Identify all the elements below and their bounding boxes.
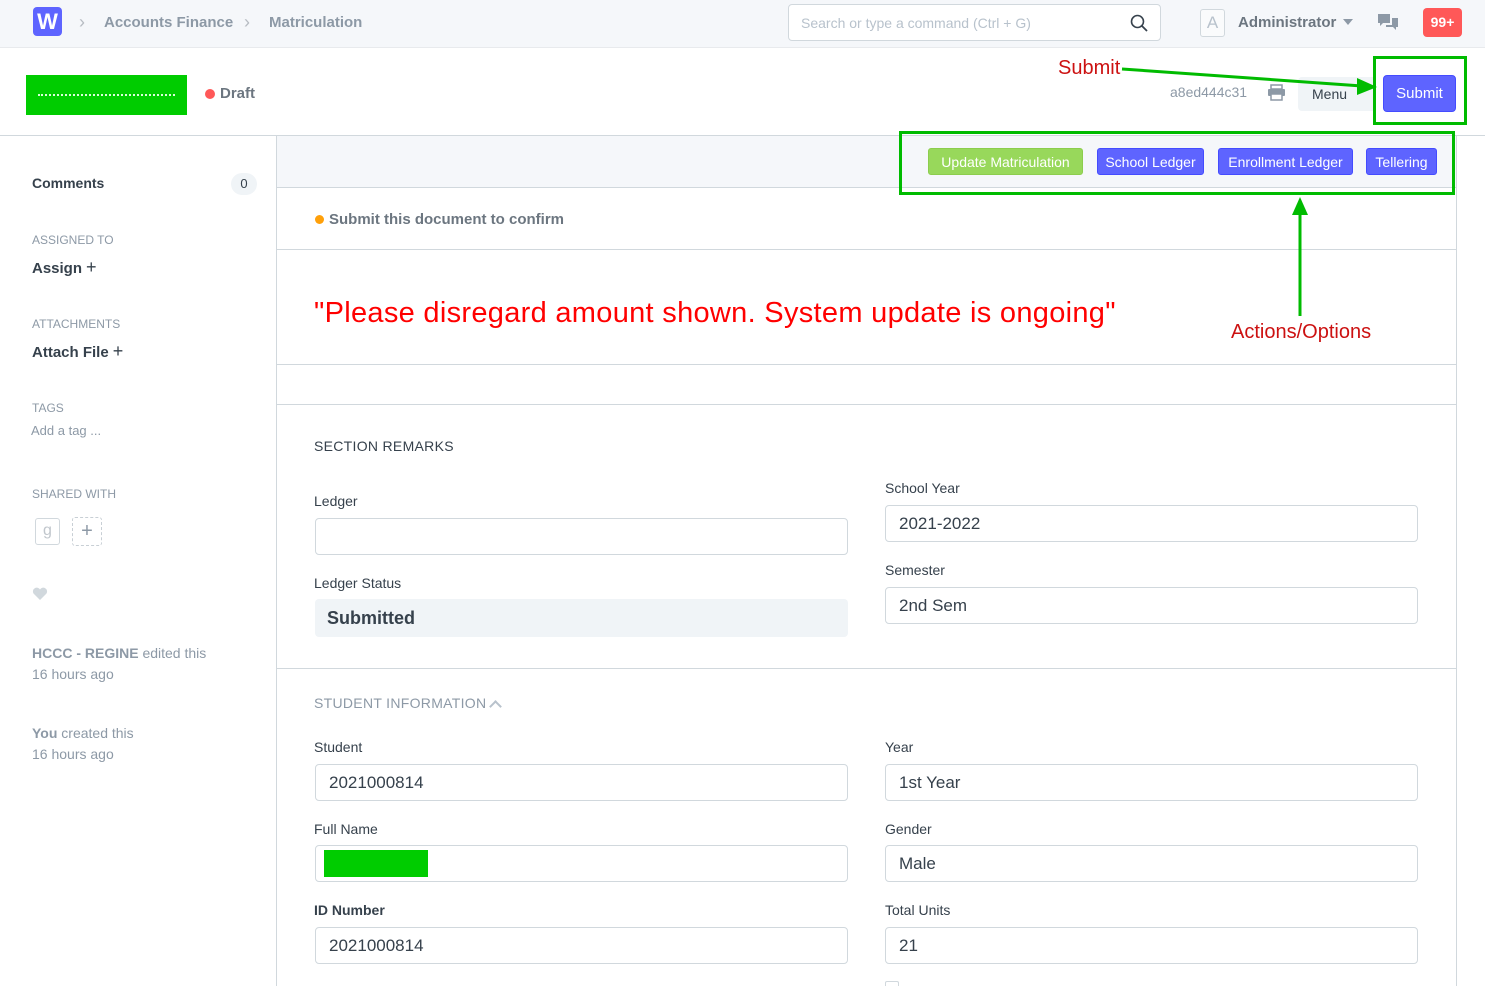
- timeline-actor[interactable]: HCCC - REGINE: [32, 645, 139, 661]
- full-name-label: Full Name: [314, 821, 378, 837]
- total-units-label: Total Units: [885, 902, 951, 918]
- search-input[interactable]: [789, 5, 1119, 40]
- add-tag-input[interactable]: Add a tag ...: [31, 423, 101, 438]
- semester-field[interactable]: 2nd Sem: [885, 587, 1418, 624]
- ledger-status-value: Submitted: [315, 599, 848, 637]
- total-units-field[interactable]: 21: [885, 927, 1418, 964]
- user-menu[interactable]: Administrator: [1238, 14, 1336, 31]
- search-icon[interactable]: [1130, 14, 1148, 32]
- breadcrumb-accounts-finance[interactable]: Accounts Finance: [104, 14, 233, 31]
- timeline-item: You created this 16 hours ago: [32, 723, 134, 765]
- notice-section: "Please disregard amount shown. System u…: [277, 250, 1456, 365]
- checkbox[interactable]: [885, 981, 899, 986]
- id-number-label: ID Number: [314, 902, 385, 918]
- comments-count: 0: [231, 173, 257, 195]
- semester-label: Semester: [885, 562, 945, 578]
- gender-label: Gender: [885, 821, 932, 837]
- student-label: Student: [314, 739, 363, 755]
- heart-icon[interactable]: [32, 587, 48, 601]
- submit-annotation: Submit: [1058, 57, 1121, 79]
- chevron-up-icon[interactable]: [489, 700, 502, 713]
- warning-indicator: [315, 215, 324, 224]
- form-sidebar: Comments 0 ASSIGNED TO Assign + ATTACHMEN…: [0, 136, 277, 986]
- actions-highlight-box: [899, 131, 1455, 195]
- section-heading: SECTION REMARKS: [314, 438, 454, 454]
- timeline-actor[interactable]: You: [32, 725, 57, 741]
- school-year-label: School Year: [885, 480, 960, 496]
- full-name-field[interactable]: [315, 845, 848, 882]
- full-name-redacted: [324, 850, 428, 877]
- section-student-information: STUDENT INFORMATION Student 2021000814 F…: [277, 669, 1456, 986]
- section-heading[interactable]: STUDENT INFORMATION: [314, 695, 486, 711]
- timeline-time: 16 hours ago: [32, 666, 114, 682]
- gender-field[interactable]: Male: [885, 845, 1418, 882]
- status-indicator: [205, 89, 215, 99]
- add-share-button[interactable]: +: [72, 517, 102, 546]
- assign-label: Assign: [32, 260, 83, 277]
- notifications-badge[interactable]: 99+: [1423, 8, 1462, 37]
- confirm-message: Submit this document to confirm: [277, 188, 1456, 250]
- shared-user-avatar[interactable]: g: [35, 518, 60, 545]
- timeline-time: 16 hours ago: [32, 746, 114, 762]
- ledger-status-label: Ledger Status: [314, 575, 402, 591]
- caret-down-icon[interactable]: [1343, 19, 1353, 25]
- page-head: Draft a8ed444c31 Menu Submit: [0, 48, 1485, 136]
- assign-button[interactable]: Assign +: [32, 257, 97, 278]
- year-field[interactable]: 1st Year: [885, 764, 1418, 801]
- comments-label[interactable]: Comments: [32, 175, 104, 191]
- attach-file-button[interactable]: Attach File +: [32, 341, 123, 362]
- attach-file-label: Attach File: [32, 344, 109, 361]
- empty-section: [277, 365, 1456, 405]
- submit-highlight-box: [1373, 56, 1467, 125]
- tags-label: TAGS: [32, 401, 64, 415]
- shared-with-label: SHARED WITH: [32, 487, 116, 501]
- app-logo[interactable]: W: [33, 7, 62, 36]
- id-number-field[interactable]: 2021000814: [315, 927, 848, 964]
- section-remarks: SECTION REMARKS Ledger Ledger Status Sub…: [277, 405, 1456, 669]
- notice-text: "Please disregard amount shown. System u…: [314, 297, 1116, 329]
- confirm-text: Submit this document to confirm: [329, 211, 564, 228]
- student-field[interactable]: 2021000814: [315, 764, 848, 801]
- timeline-action: edited this: [142, 645, 207, 661]
- search-box: [788, 4, 1161, 41]
- status-label: Draft: [220, 85, 256, 102]
- user-avatar[interactable]: A: [1200, 9, 1225, 37]
- plus-icon: +: [86, 257, 97, 277]
- year-label: Year: [885, 739, 914, 755]
- chevron-right-icon: ›: [79, 12, 85, 32]
- chevron-right-icon: ›: [244, 12, 250, 32]
- breadcrumb-matriculation[interactable]: Matriculation: [269, 14, 362, 31]
- ledger-label: Ledger: [314, 493, 358, 509]
- assigned-to-label: ASSIGNED TO: [32, 233, 114, 247]
- timeline-item: HCCC - REGINE edited this 16 hours ago: [32, 643, 206, 685]
- document-id: a8ed444c31: [1170, 84, 1248, 100]
- navbar: W › Accounts Finance › Matriculation A A…: [0, 0, 1485, 48]
- timeline-action: created this: [61, 725, 134, 741]
- print-icon[interactable]: [1267, 84, 1286, 101]
- form-main: Update Matriculation School Ledger Enrol…: [277, 136, 1457, 986]
- chat-icon[interactable]: [1377, 13, 1399, 33]
- menu-button[interactable]: Menu: [1298, 77, 1376, 111]
- plus-icon: +: [112, 341, 124, 361]
- actions-annotation: Actions/Options: [1231, 321, 1372, 343]
- ledger-field[interactable]: [315, 518, 848, 555]
- attachments-label: ATTACHMENTS: [32, 317, 121, 331]
- page-title-redacted: [26, 75, 187, 115]
- school-year-field[interactable]: 2021-2022: [885, 505, 1418, 542]
